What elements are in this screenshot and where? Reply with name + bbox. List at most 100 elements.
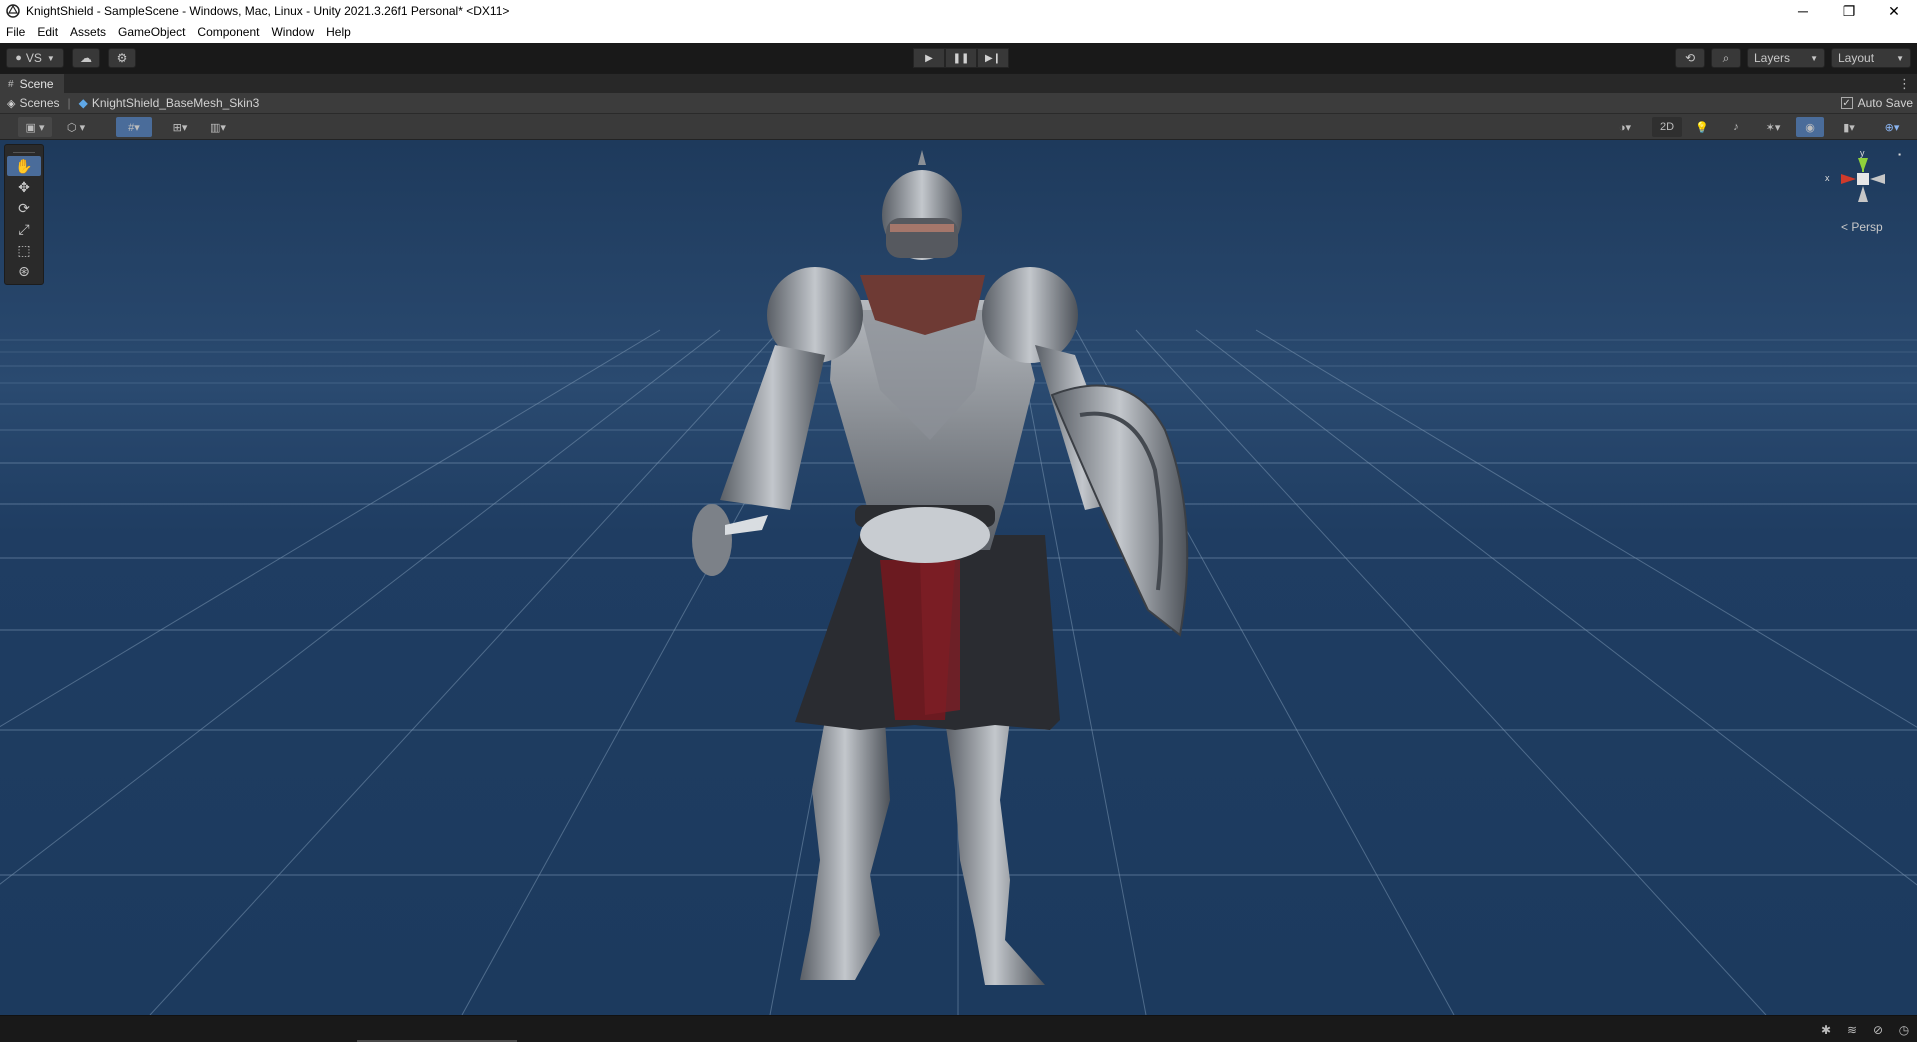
bug-icon[interactable]: ✱ [1818, 1022, 1834, 1038]
scene-tab-label: Scene [19, 77, 54, 91]
axis-gizmo [1841, 158, 1885, 202]
autosave-toggle[interactable]: ✓ Auto Save [1840, 96, 1913, 110]
menu-bar: File Edit Assets GameObject Component Wi… [0, 22, 1917, 43]
minimize-button[interactable]: ─ [1780, 0, 1826, 22]
chevron-down-icon: ▼ [1896, 53, 1904, 63]
close-button[interactable]: ✕ [1871, 0, 1917, 22]
step-button[interactable]: ▶❙ [977, 48, 1009, 68]
projection-toggle[interactable]: < Persp [1841, 220, 1883, 234]
grid-toggle[interactable]: #▾ [116, 117, 152, 137]
play-controls: ▶ ❚❚ ▶❙ [913, 48, 1009, 68]
hand-tool[interactable]: ✋ [7, 156, 41, 176]
menu-assets[interactable]: Assets [64, 22, 112, 43]
audio-toggle[interactable]: ♪ [1722, 117, 1750, 137]
rotate-icon: ⟳ [18, 199, 30, 216]
account-label: VS [25, 51, 42, 65]
transform-icon: ⊛ [18, 262, 30, 279]
search-button[interactable]: ⌕ [1711, 48, 1741, 68]
view-options-dropdown[interactable]: ⬡ ▾ [58, 117, 94, 137]
autosave-label: Auto Save [1857, 96, 1913, 110]
lock-icon[interactable]: ▪ [1898, 150, 1901, 159]
move-icon: ✥ [18, 178, 30, 195]
layout-label: Layout [1838, 51, 1875, 65]
grid-icon: #▾ [128, 121, 140, 134]
undo-history-button[interactable]: ⟲ [1675, 48, 1705, 68]
menu-component[interactable]: Component [191, 22, 265, 43]
restore-button[interactable]: ❐ [1826, 0, 1872, 22]
play-icon: ▶ [925, 52, 933, 64]
scene-viewport[interactable]: ✋ ✥ ⟳ ⤢ ⬚ ⊛ y x ▪ < Persp [0, 140, 1917, 1015]
camera-icon: ▮▾ [1843, 121, 1855, 134]
cache-icon[interactable]: ≋ [1844, 1022, 1860, 1038]
menu-edit[interactable]: Edit [31, 22, 64, 43]
light-toggle[interactable]: 💡 [1688, 117, 1716, 137]
rect-icon: ⬚ [17, 241, 31, 258]
step-icon: ▶❙ [984, 52, 1002, 64]
status-check-icon[interactable]: ◷ [1896, 1022, 1912, 1038]
toggle-2d-button[interactable]: 2D [1652, 117, 1682, 137]
account-icon: ● [15, 52, 22, 64]
chevron-down-icon: ▼ [1810, 53, 1818, 63]
status-bar: ✱ ≋ ⊘ ◷ [0, 1015, 1917, 1042]
camera-dropdown[interactable]: ▮▾ [1832, 117, 1866, 137]
lighting-dropdown[interactable]: ◑▾ [1608, 117, 1642, 137]
scene-tab-icon: # [8, 78, 14, 90]
gizmo-x-label: x [1825, 173, 1830, 183]
close-icon: ✕ [1888, 2, 1900, 19]
orientation-gizmo[interactable]: y x ▪ < Persp [1823, 148, 1903, 248]
pause-button[interactable]: ❚❚ [945, 48, 977, 68]
tool-palette: ✋ ✥ ⟳ ⤢ ⬚ ⊛ [4, 144, 44, 285]
menu-window[interactable]: Window [265, 22, 320, 43]
ruler-icon: ▥▾ [210, 121, 226, 134]
layers-label: Layers [1754, 51, 1791, 65]
transform-tool[interactable]: ⊛ [7, 261, 41, 281]
scale-tool[interactable]: ⤢ [7, 219, 41, 239]
layout-dropdown[interactable]: Layout ▼ [1831, 48, 1911, 68]
menu-file[interactable]: File [0, 22, 31, 43]
cloud-icon: ☁ [80, 51, 92, 65]
main-toolbar: ● VS ▼ ☁ ⚙ ▶ ❚❚ ▶❙ ⟲ ⌕ Layers ▼ Layout ▼ [0, 43, 1917, 73]
gizmo-y-label: y [1860, 148, 1865, 158]
rect-tool[interactable]: ⬚ [7, 240, 41, 260]
visibility-toggle[interactable]: ◉ [1796, 117, 1824, 137]
menu-help[interactable]: Help [320, 22, 357, 43]
unity-scene-icon: ◈ [7, 97, 16, 110]
collab-button[interactable]: ⚙ [108, 48, 136, 68]
move-tool[interactable]: ✥ [7, 177, 41, 197]
scene-overlay-toolbar: ▣ ▾ ⬡ ▾ #▾ ⊞▾ ▥▾ ◑▾ 2D 💡 ♪ ✶▾ ◉ ▮▾ ⊕▾ [0, 114, 1917, 140]
scale-icon: ⤢ [18, 220, 30, 237]
menu-gameobject[interactable]: GameObject [112, 22, 191, 43]
snap-toggle[interactable]: ⊞▾ [162, 117, 198, 137]
tab-menu-button[interactable]: ⋮ [1898, 74, 1911, 94]
unity-logo-icon [6, 4, 20, 18]
network-icon[interactable]: ⊘ [1870, 1022, 1886, 1038]
sphere-icon: ◑▾ [1618, 121, 1632, 134]
draw-mode-dropdown[interactable]: ▣ ▾ [18, 117, 52, 137]
palette-handle[interactable] [13, 147, 35, 153]
gizmos-dropdown[interactable]: ⊕▾ [1872, 117, 1912, 137]
effects-icon: ✶▾ [1765, 121, 1781, 134]
chevron-down-icon: ▼ [46, 53, 55, 63]
minimize-icon: ─ [1798, 3, 1808, 19]
play-button[interactable]: ▶ [913, 48, 945, 68]
breadcrumb-scenes[interactable]: Scenes [19, 96, 59, 110]
window-title: KnightShield - SampleScene - Windows, Ma… [26, 4, 510, 18]
scene-tab-bar: # Scene ⋮ [0, 73, 1917, 94]
increment-snap-dropdown[interactable]: ▥▾ [200, 117, 236, 137]
kebab-menu-icon: ⋮ [1898, 76, 1911, 91]
layers-dropdown[interactable]: Layers ▼ [1747, 48, 1825, 68]
projection-label: Persp [1851, 220, 1883, 234]
tab-scene[interactable]: # Scene [0, 74, 64, 94]
audio-icon: ♪ [1733, 121, 1739, 133]
hand-icon: ✋ [15, 157, 33, 174]
effects-dropdown[interactable]: ✶▾ [1756, 117, 1790, 137]
history-icon: ⟲ [1684, 51, 1696, 65]
account-dropdown[interactable]: ● VS ▼ [6, 48, 64, 68]
gizmo-globe-icon: ⊕▾ [1884, 121, 1900, 134]
cloud-button[interactable]: ☁ [72, 48, 100, 68]
rotate-tool[interactable]: ⟳ [7, 198, 41, 218]
breadcrumb-prefab[interactable]: KnightShield_BaseMesh_Skin3 [92, 96, 259, 110]
snap-icon: ⊞▾ [172, 121, 188, 134]
autosave-checkbox[interactable]: ✓ [1840, 97, 1853, 109]
search-icon: ⌕ [1722, 50, 1730, 65]
